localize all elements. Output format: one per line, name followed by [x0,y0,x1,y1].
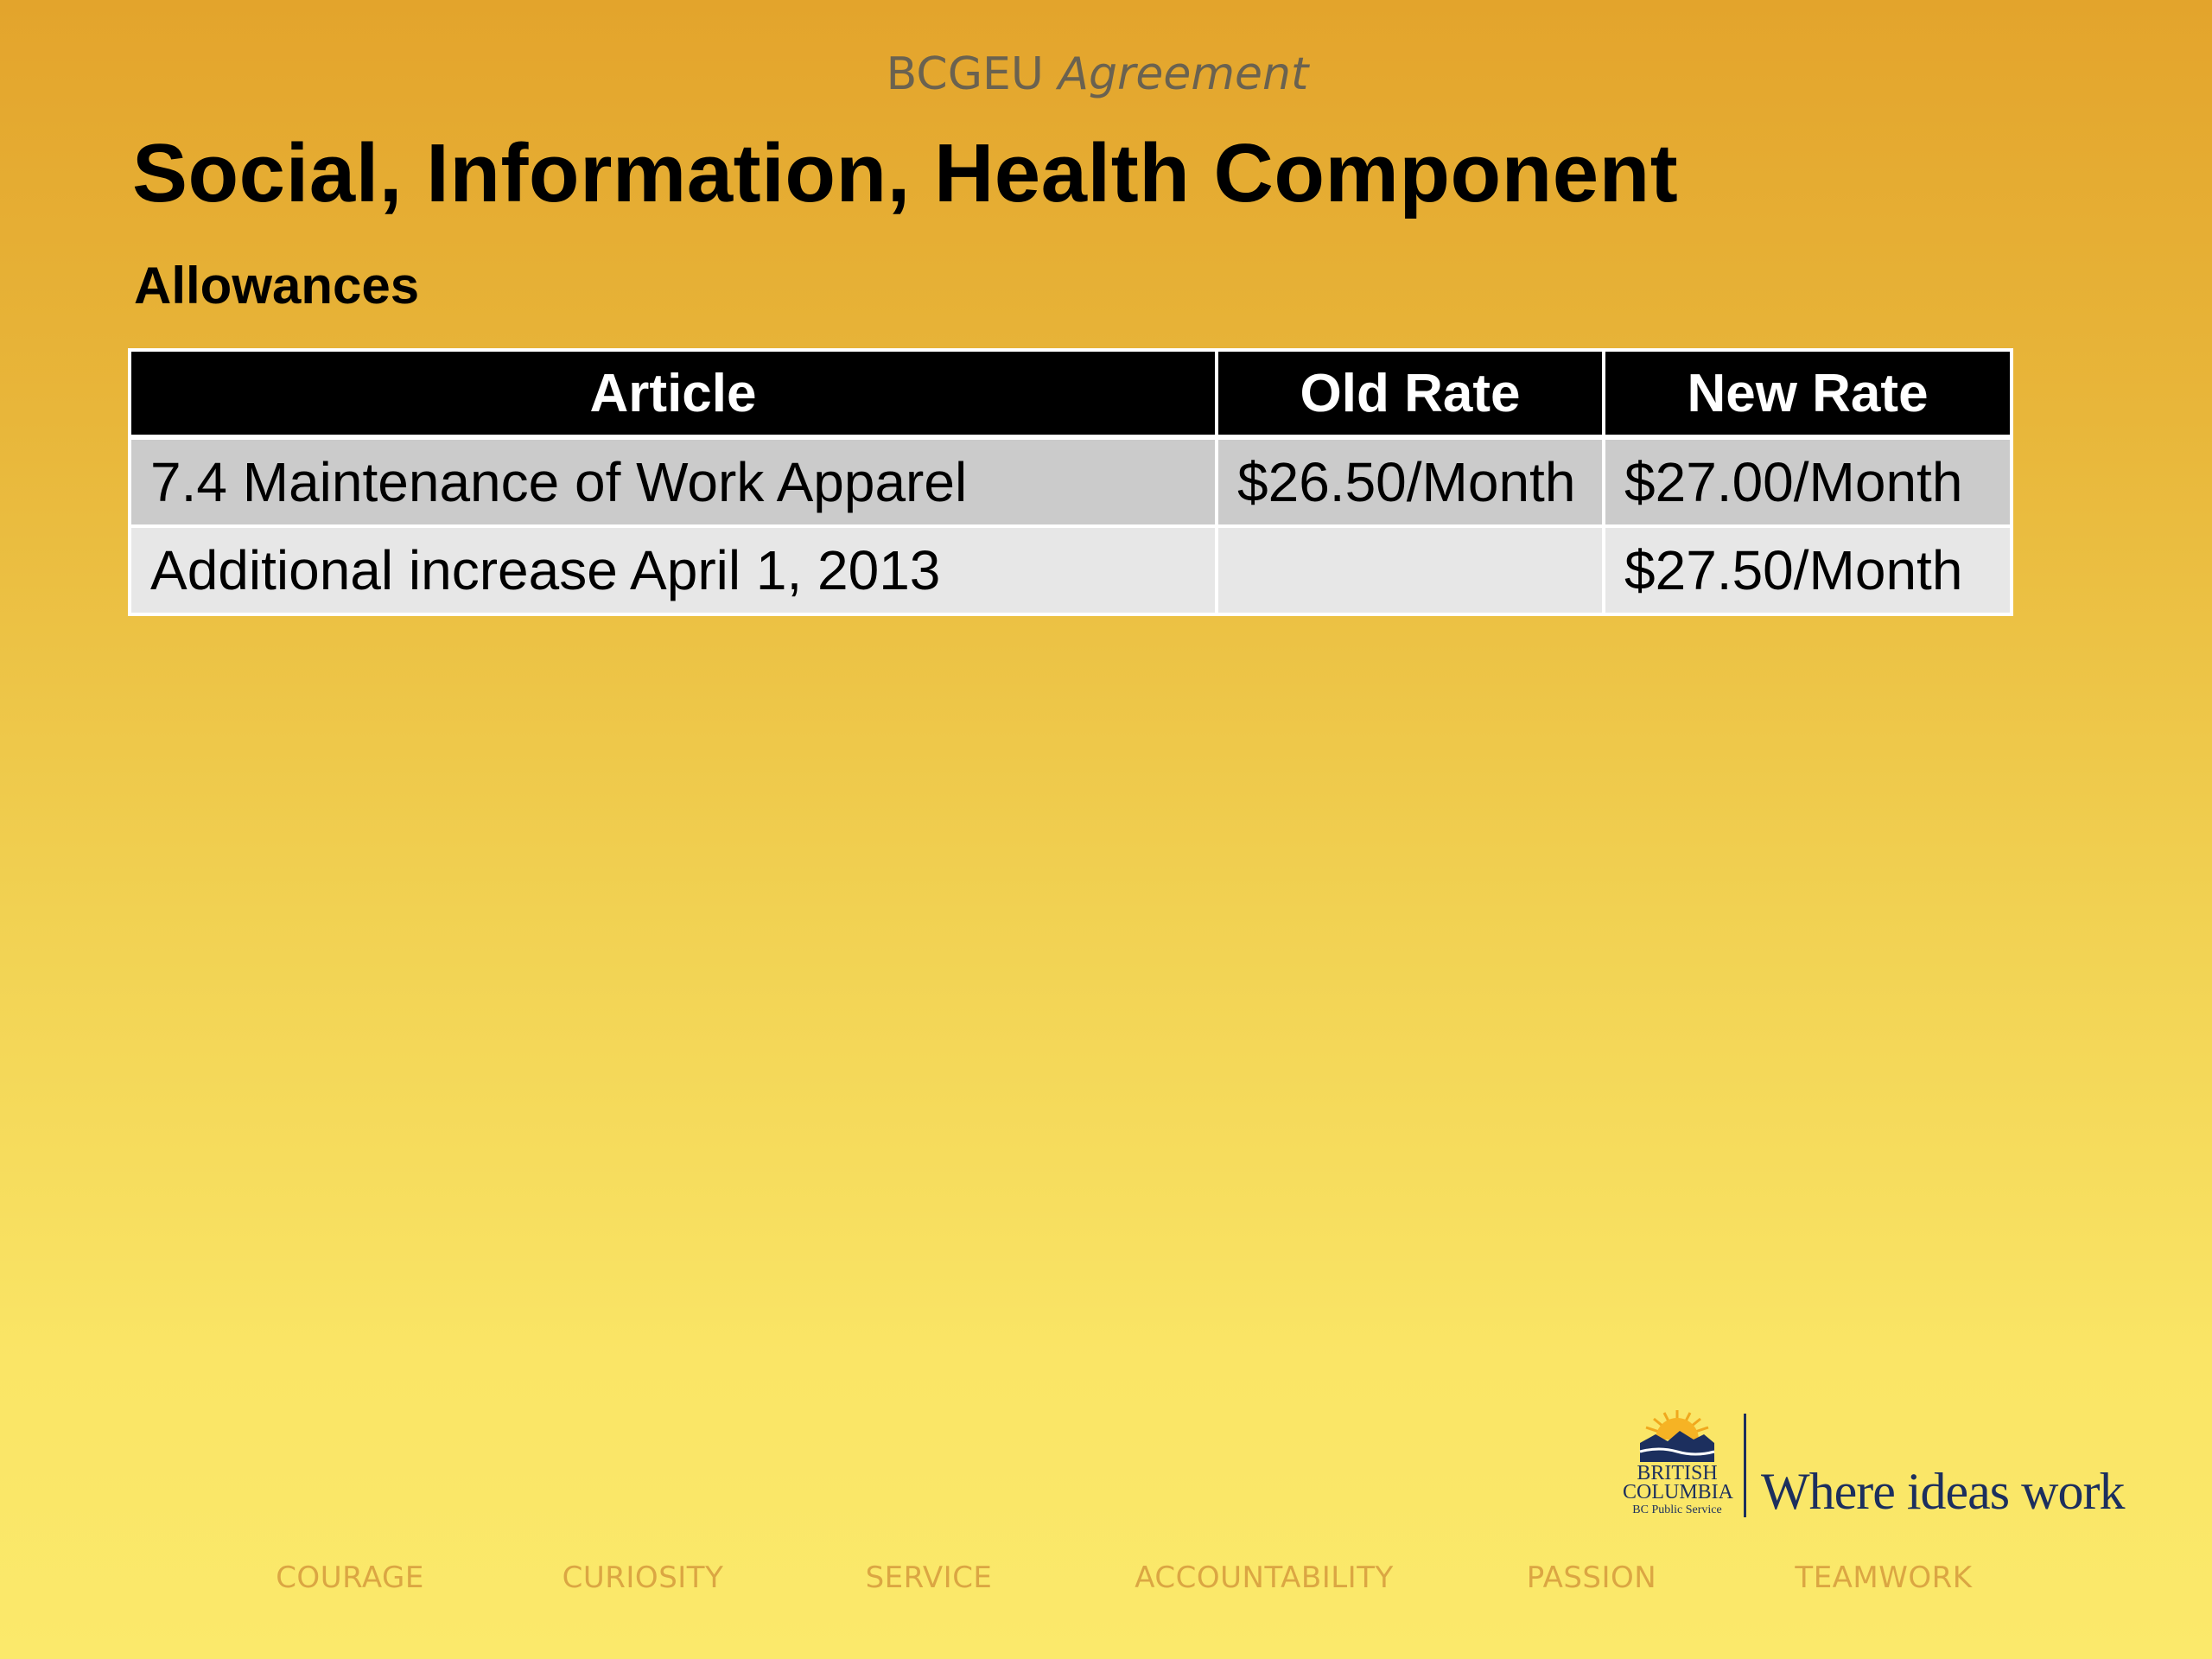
subtitle-doc: Agreement [1058,48,1309,100]
logo-tagline: Where ideas work [1761,1463,2125,1520]
value-accountability: ACCOUNTABILITY [1135,1560,1394,1595]
cell-new-rate: $27.50/Month [1602,524,2013,616]
allowances-table: Article Old Rate New Rate 7.4 Maintenanc… [128,348,2013,616]
column-header-new-rate: New Rate [1602,348,2013,440]
value-passion: PASSION [1526,1560,1657,1595]
slide-subtitle: BCGEU Agreement [0,48,2195,100]
subtitle-org: BCGEU [886,48,1044,100]
logo-text-line3: BC Public Service [1632,1503,1722,1516]
column-header-old-rate: Old Rate [1215,348,1605,440]
logo-divider [1744,1414,1746,1517]
column-header-article: Article [128,348,1218,440]
section-heading: Allowances [134,257,420,315]
table-header-row: Article Old Rate New Rate [128,348,2013,440]
cell-old-rate: $26.50/Month [1215,435,1605,528]
logo-text-line2: COLUMBIA [1623,1481,1734,1503]
values-footer: COURAGE CURIOSITY SERVICE ACCOUNTABILITY… [0,1560,2212,1599]
bc-sun-mountain-icon [1639,1410,1715,1462]
logo-mark: BRITISH COLUMBIA BC Public Service [1623,1408,1734,1521]
cell-old-rate [1215,524,1605,616]
cell-new-rate: $27.00/Month [1602,435,2013,528]
slide-title: Social, Information, Health Component [132,127,1679,219]
table-row: Additional increase April 1, 2013 $27.50… [128,524,2013,616]
table-row: 7.4 Maintenance of Work Apparel $26.50/M… [128,435,2013,528]
value-service: SERVICE [865,1560,993,1595]
value-teamwork: TEAMWORK [1795,1560,1973,1595]
value-curiosity: CURIOSITY [562,1560,724,1595]
bc-public-service-logo: BRITISH COLUMBIA BC Public Service Where… [1623,1408,2125,1521]
cell-article: 7.4 Maintenance of Work Apparel [128,435,1218,528]
cell-article: Additional increase April 1, 2013 [128,524,1218,616]
value-courage: COURAGE [276,1560,424,1595]
